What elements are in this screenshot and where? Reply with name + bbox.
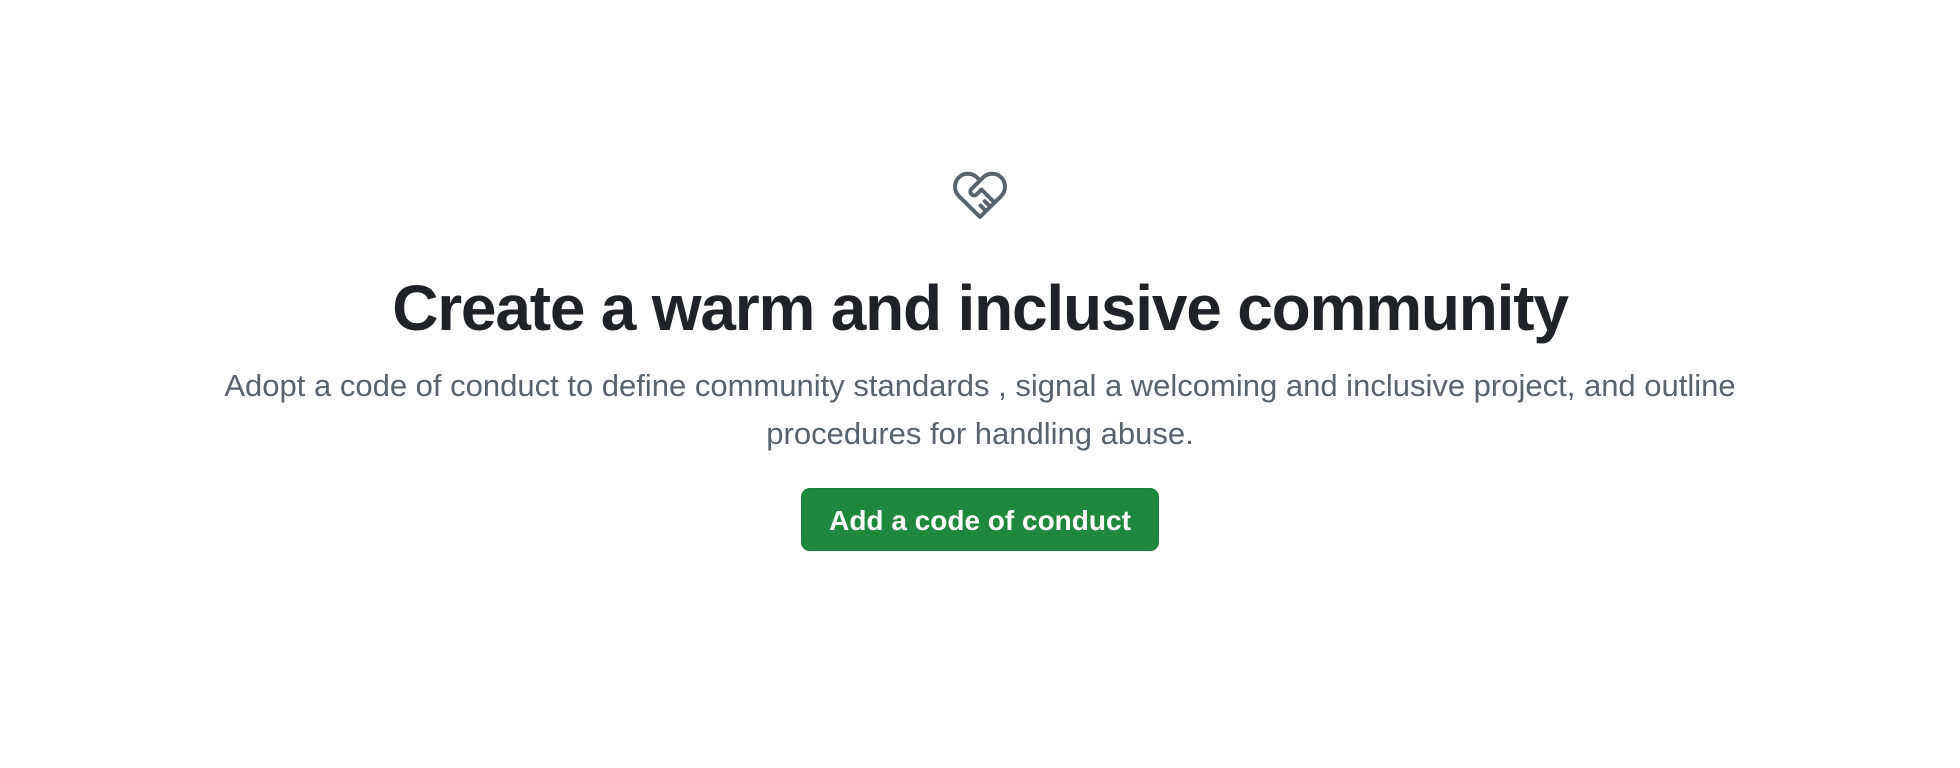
add-code-of-conduct-button[interactable]: Add a code of conduct — [801, 488, 1159, 551]
page-title: Create a warm and inclusive community — [392, 272, 1569, 344]
description-text: Adopt a code of conduct to define commun… — [224, 368, 1736, 451]
heart-handshake-icon — [950, 164, 1010, 224]
code-of-conduct-blankslate: Create a warm and inclusive community Ad… — [0, 0, 1960, 768]
